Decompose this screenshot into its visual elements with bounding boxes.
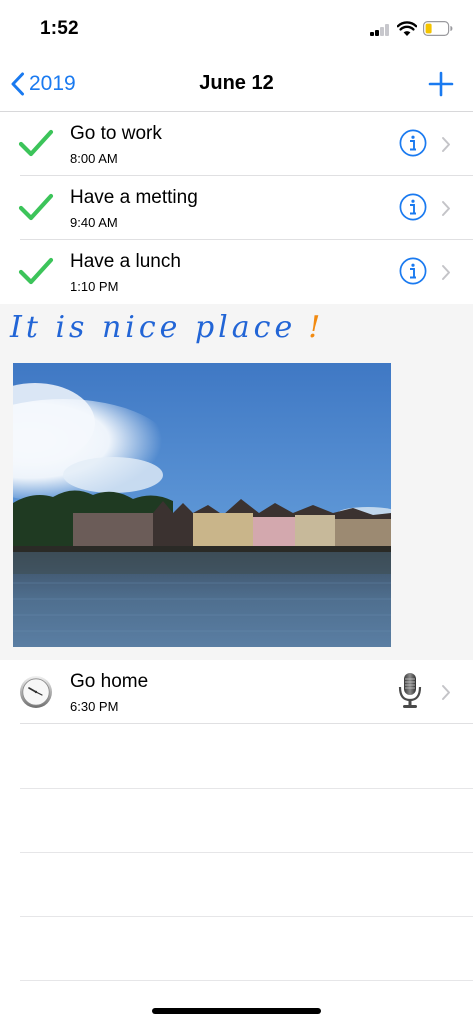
row-divider (20, 723, 473, 724)
chevron-right-icon (442, 137, 450, 152)
task-time: 8:00 AM (70, 151, 118, 166)
chevron-left-icon (11, 72, 24, 96)
task-row-have-a-metting[interactable]: Have a metting 9:40 AM (0, 176, 473, 240)
info-icon[interactable] (399, 257, 427, 285)
clock-icon (20, 676, 52, 708)
task-title: Have a lunch (70, 251, 181, 272)
task-row-have-a-lunch[interactable]: Have a lunch 1:10 PM (0, 240, 473, 304)
task-title: Have a metting (70, 187, 198, 208)
status-bar: 1:52 (0, 0, 473, 58)
empty-row-divider (20, 980, 473, 981)
home-indicator[interactable] (152, 1008, 321, 1014)
handwritten-note: It is nice place! (10, 310, 324, 345)
microphone-icon[interactable] (396, 672, 424, 710)
checkmark-icon (18, 193, 54, 221)
chevron-right-icon (442, 685, 450, 700)
cellular-signal-icon (370, 24, 392, 36)
task-time: 1:10 PM (70, 279, 119, 294)
handwritten-exclamation: ! (308, 310, 325, 345)
lake-village-photo[interactable] (13, 363, 391, 647)
chevron-right-icon (442, 201, 450, 216)
empty-row-divider (20, 852, 473, 853)
task-row-go-home[interactable]: Go home 6:30 PM (0, 660, 473, 724)
wifi-icon (397, 21, 417, 36)
task-time: 9:40 AM (70, 215, 118, 230)
task-title: Go home (70, 671, 149, 692)
empty-row-divider (20, 916, 473, 917)
info-icon[interactable] (399, 193, 427, 221)
back-button[interactable]: 2019 (10, 70, 76, 98)
chevron-right-icon (442, 265, 450, 280)
navigation-bar: 2019 June 12 (0, 58, 473, 112)
app-screen: 1:52 2019 June 12 Go to work 8:00 AM Hav… (0, 0, 473, 1024)
handwritten-note-text: It is nice place (10, 310, 297, 345)
back-button-label: 2019 (29, 72, 76, 95)
add-icon[interactable] (427, 70, 455, 98)
battery-icon (423, 21, 453, 36)
task-title: Go to work (70, 123, 162, 144)
status-time: 1:52 (40, 18, 79, 39)
task-row-go-to-work[interactable]: Go to work 8:00 AM (0, 112, 473, 176)
empty-row-divider (20, 788, 473, 789)
note-card[interactable]: It is nice place! (0, 304, 473, 660)
info-icon[interactable] (399, 129, 427, 157)
checkmark-icon (18, 129, 54, 157)
checkmark-icon (18, 257, 54, 285)
task-time: 6:30 PM (70, 699, 119, 714)
